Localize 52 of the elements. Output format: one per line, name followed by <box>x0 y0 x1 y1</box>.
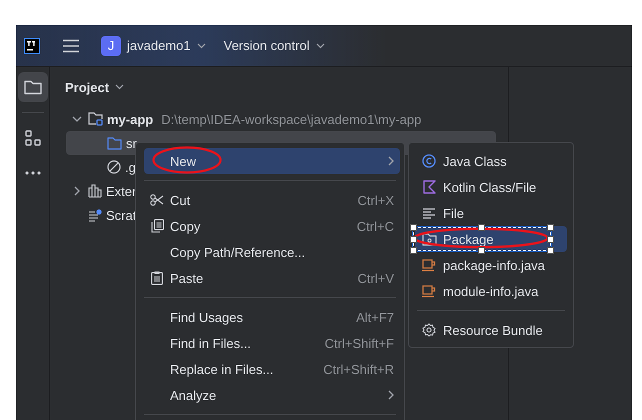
copy-icon <box>150 219 164 233</box>
chevron-down-icon <box>316 42 325 48</box>
menu-item[interactable]: Resource Bundle <box>415 317 567 343</box>
chevron-right-icon <box>388 390 394 400</box>
menu-item[interactable]: New <box>144 148 400 174</box>
menu-icon[interactable] <box>63 38 79 52</box>
tree-item-label[interactable]: Exter <box>106 184 136 198</box>
chevron-down-icon[interactable] <box>72 116 82 122</box>
coffee-cup-icon <box>422 284 436 298</box>
menu-item[interactable]: Kotlin Class/File <box>415 174 567 200</box>
menu-item[interactable]: Paste Ctrl+V <box>144 265 400 291</box>
tree-item-label[interactable]: .g <box>125 160 136 174</box>
tree-item-label[interactable]: sr <box>126 136 137 150</box>
menu-item[interactable]: Find Usages Alt+F7 <box>144 304 400 330</box>
class-icon <box>422 154 436 168</box>
scratch-list-icon <box>88 208 102 222</box>
tree-item-label[interactable]: Scrat <box>106 208 136 222</box>
module-folder-icon <box>88 112 103 126</box>
coffee-cup-icon <box>422 258 436 272</box>
project-tool-button[interactable] <box>18 72 48 102</box>
menu-item[interactable]: Find in Files... Ctrl+Shift+F <box>144 330 400 356</box>
menu-item[interactable]: File <box>415 200 567 226</box>
library-icon <box>88 184 102 198</box>
module-path: D:\temp\IDEA-workspace\javademo1\my-app <box>161 112 422 126</box>
chevron-right-icon <box>388 156 394 166</box>
app-logo-icon[interactable] <box>24 38 40 54</box>
clipboard-icon <box>151 271 163 285</box>
menu-item[interactable]: Java Class <box>415 148 567 174</box>
chevron-down-icon <box>196 42 206 48</box>
gear-icon <box>422 323 436 337</box>
version-control-menu[interactable]: Version control <box>224 38 325 53</box>
ignored-file-icon <box>107 160 121 174</box>
kotlin-icon <box>422 180 436 194</box>
menu-item[interactable]: Copy Path/Reference... <box>144 239 400 265</box>
package-folder-icon <box>422 232 436 246</box>
tree-item-label[interactable]: my-app <box>107 112 154 126</box>
panel-title[interactable]: Project <box>65 80 110 94</box>
menu-item[interactable]: package-info.java <box>415 252 567 278</box>
text-file-icon <box>422 208 436 218</box>
chevron-down-icon[interactable] <box>115 84 124 90</box>
more-icon <box>24 171 40 175</box>
menu-item[interactable]: module-info.java <box>415 278 567 304</box>
menu-item[interactable]: Analyze <box>144 382 400 408</box>
menu-item[interactable]: Replace in Files... Ctrl+Shift+R <box>144 356 400 382</box>
project-selector[interactable]: J javademo1 <box>101 36 206 56</box>
menu-item[interactable]: Copy Ctrl+C <box>144 213 400 239</box>
folder-icon <box>107 136 122 150</box>
structure-icon <box>24 129 42 147</box>
scissors-icon <box>150 194 164 206</box>
chevron-right-icon[interactable] <box>74 186 80 196</box>
menu-item[interactable]: Cut Ctrl+X <box>144 187 400 213</box>
folder-icon <box>24 79 42 95</box>
